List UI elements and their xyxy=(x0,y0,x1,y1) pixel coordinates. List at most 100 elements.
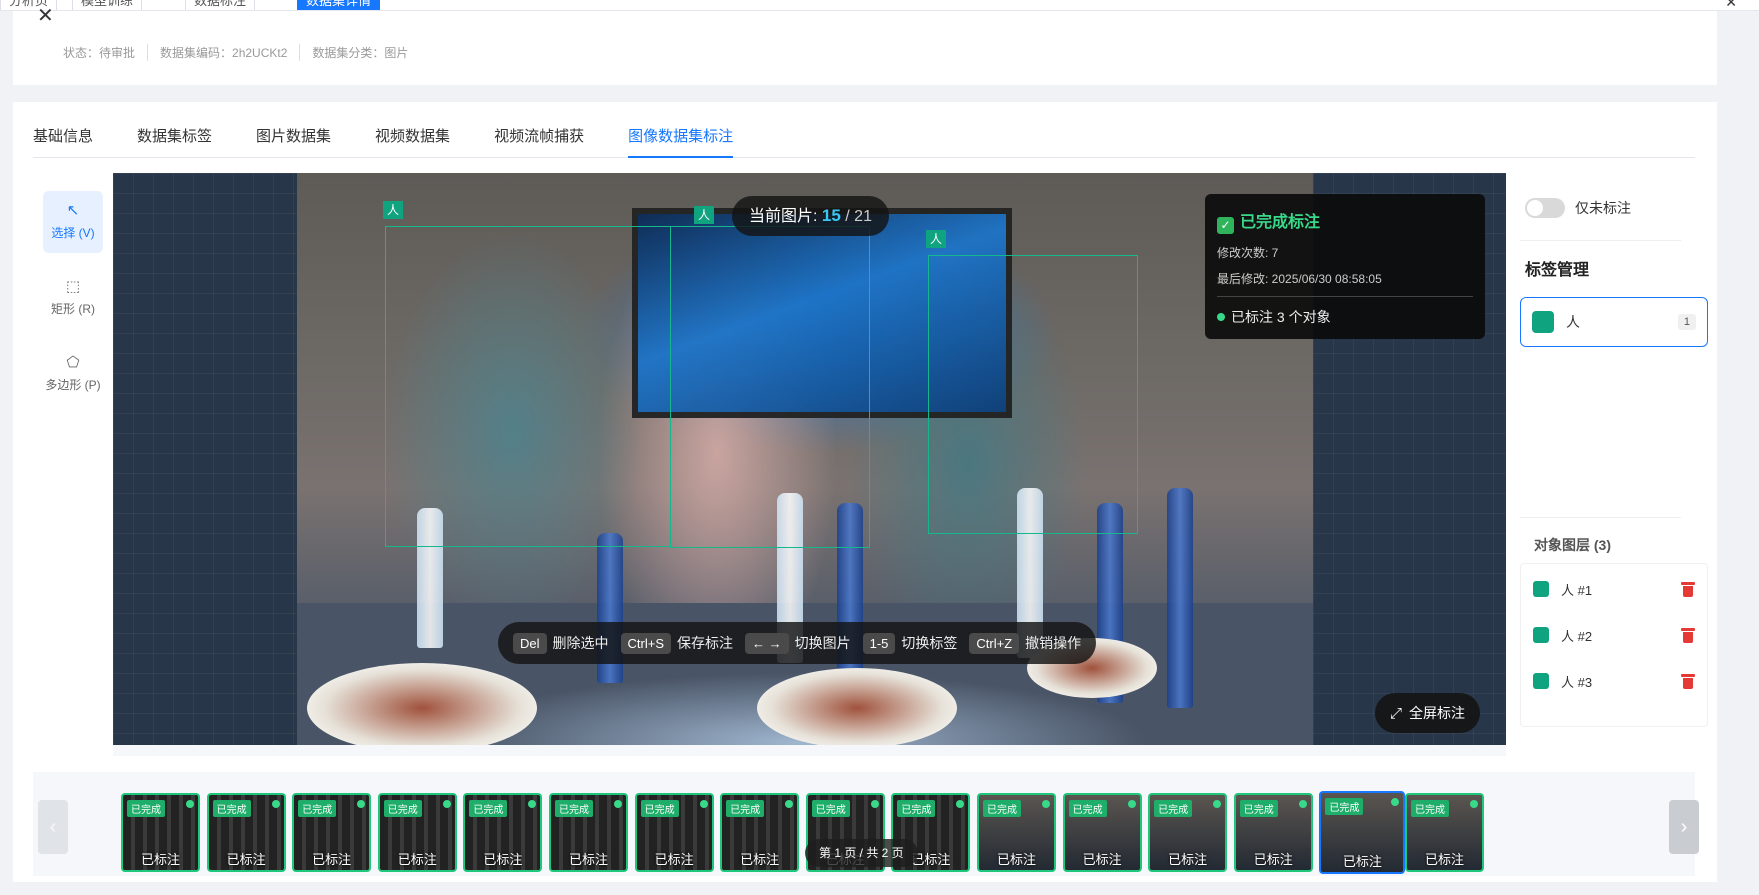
cursor-icon: ↖ xyxy=(66,202,80,219)
tab-dataset-tags[interactable]: 数据集标签 xyxy=(137,102,212,158)
trash-icon[interactable] xyxy=(1681,673,1695,689)
next-page-button[interactable]: › xyxy=(1669,800,1699,854)
thumbnail-label: 已标注 xyxy=(140,852,180,867)
edit-count: 修改次数: 7 xyxy=(1217,246,1279,260)
top-tab-label: 数据集详情 xyxy=(306,0,372,8)
polygon-tool[interactable]: ⬠ 多边形 (P) xyxy=(43,343,103,405)
done-badge: 已完成 xyxy=(1239,800,1278,817)
tool-label: 选择 (V) xyxy=(51,226,95,240)
done-badge: 已完成 xyxy=(383,800,422,817)
tool-bar: ↖ 选择 (V) ⬚ 矩形 (R) ⬠ 多边形 (P) xyxy=(33,173,113,756)
layer-item[interactable]: 人 #3 xyxy=(1533,666,1695,696)
thumbnail-item[interactable]: 已完成已标注 xyxy=(1405,793,1484,872)
layer-item[interactable]: 人 #1 xyxy=(1533,574,1695,604)
layer-name: 人 #3 xyxy=(1561,674,1593,690)
thumbnail-item[interactable]: 已完成已标注 xyxy=(206,793,286,872)
tab-video-dataset[interactable]: 视频数据集 xyxy=(375,102,450,158)
status-dot-icon xyxy=(956,800,965,808)
thumbnail-item[interactable]: 已完成已标注 xyxy=(977,793,1056,872)
tag-card-person[interactable]: 人 1 xyxy=(1520,297,1708,347)
status-text: 状态：待审批 xyxy=(63,46,136,60)
bounding-box-2[interactable] xyxy=(670,226,870,548)
bottle xyxy=(1167,488,1193,708)
status-title-text: 已完成标注 xyxy=(1240,214,1321,231)
thumbnail-item[interactable]: 已完成已标注 xyxy=(549,793,628,872)
status-dot-icon xyxy=(614,800,622,808)
toggle-label: 仅未标注 xyxy=(1575,200,1631,216)
done-badge: 已完成 xyxy=(469,800,508,817)
status-dot-icon xyxy=(1298,800,1307,808)
layer-item[interactable]: 人 #2 xyxy=(1533,620,1695,650)
thumbnail-item[interactable]: 已完成已标注 xyxy=(720,793,800,872)
dish xyxy=(307,663,537,745)
trash-icon[interactable] xyxy=(1681,581,1695,597)
thumbnail-item[interactable]: 已完成已标注 xyxy=(377,793,457,872)
fullscreen-annotate-button[interactable]: ⤢ 全屏标注 xyxy=(1375,693,1481,733)
status-dot-icon xyxy=(442,800,451,808)
status-dot-icon xyxy=(1217,313,1225,321)
annotation-status-panel: ✓ 已完成标注 修改次数: 7 最后修改: 2025/06/30 08:58:05… xyxy=(1205,194,1485,339)
shortcut-label: 切换标签 xyxy=(901,635,958,651)
status-title: ✓ 已完成标注 xyxy=(1217,208,1473,234)
bounding-box-3[interactable] xyxy=(928,255,1138,534)
thumbnail-label: 已标注 xyxy=(1424,852,1464,867)
back-icon[interactable]: ✕ xyxy=(37,3,54,28)
tab-basic-info[interactable]: 基础信息 xyxy=(33,102,93,158)
shortcut-label: 删除选中 xyxy=(552,635,609,651)
thumbnail-item[interactable]: 已完成已标注 xyxy=(292,793,372,872)
trash-icon[interactable] xyxy=(1681,627,1695,643)
rectangle-tool[interactable]: ⬚ 矩形 (R) xyxy=(43,267,103,329)
thumbnail-label: 已标注 xyxy=(568,852,608,867)
thumbnail-item[interactable]: 已完成已标注 xyxy=(634,793,714,872)
current-image-label: 当前图片: xyxy=(749,208,818,225)
close-icon[interactable]: ✕ xyxy=(1725,0,1737,10)
thumbnail-item[interactable]: 已完成已标注 xyxy=(1062,793,1142,872)
status-dot-icon xyxy=(357,800,366,808)
dataset-code: 数据集编码：2h2UCKt2 xyxy=(147,44,299,61)
top-tab-model-training[interactable]: 模型训练 xyxy=(72,0,143,10)
object-count: 已标注 3 个对象 xyxy=(1217,307,1473,327)
tab-frame-capture[interactable]: 视频流帧捕获 xyxy=(494,102,584,158)
done-badge: 已完成 xyxy=(1068,800,1107,817)
tool-label: 多边形 (P) xyxy=(45,378,101,392)
thumbnail-item[interactable]: 已完成已标注 xyxy=(1148,793,1228,872)
bounding-box-1[interactable] xyxy=(385,226,671,547)
top-tab-label: 数据标注 xyxy=(194,0,247,8)
thumbnail-item[interactable]: 已完成已标注 xyxy=(121,793,200,872)
done-badge: 已完成 xyxy=(726,800,765,817)
status-dot-icon xyxy=(1470,800,1478,808)
rectangle-icon: ⬚ xyxy=(65,278,81,295)
layer-name: 人 #2 xyxy=(1561,628,1593,644)
status-dot-icon xyxy=(699,800,708,808)
select-tool[interactable]: ↖ 选择 (V) xyxy=(43,191,103,253)
layer-color-swatch xyxy=(1533,673,1549,689)
done-badge: 已完成 xyxy=(1411,800,1449,817)
shortcut-key: Ctrl+S xyxy=(620,632,671,654)
toggle-switch[interactable] xyxy=(1525,198,1565,218)
shortcut-key: ← → xyxy=(745,632,789,654)
status-dot-icon xyxy=(528,800,537,808)
thumbnail-item[interactable]: 已完成已标注 xyxy=(463,793,543,872)
tag-management-title: 标签管理 xyxy=(1525,262,1590,279)
thumbnail-item[interactable]: 已完成已标注 xyxy=(1233,793,1313,872)
top-tab-data-annotation[interactable]: 数据标注 xyxy=(185,0,256,10)
done-badge: 已完成 xyxy=(555,800,593,817)
bounding-box-label: 人 xyxy=(694,206,715,224)
done-badge: 已完成 xyxy=(897,800,936,817)
dataset-category: 数据集分类：图片 xyxy=(299,44,420,61)
done-badge: 已完成 xyxy=(1154,800,1193,817)
unannotated-only-toggle[interactable]: 仅未标注 xyxy=(1525,198,1631,218)
done-badge: 已完成 xyxy=(983,800,1021,817)
thumbnail-label: 已标注 xyxy=(483,852,523,867)
tab-image-annotation[interactable]: 图像数据集标注 xyxy=(628,102,734,158)
thumbnail-item[interactable]: 已完成已标注 xyxy=(1319,791,1406,874)
status-dot-icon xyxy=(1127,800,1136,808)
prev-page-button[interactable]: ‹ xyxy=(38,800,68,854)
top-tab-dataset-detail[interactable]: 数据集详情 xyxy=(297,0,381,10)
thumbnail-label: 已标注 xyxy=(740,852,780,867)
done-badge: 已完成 xyxy=(127,800,165,817)
tab-image-dataset[interactable]: 图片数据集 xyxy=(256,102,331,158)
expand-icon: ⤢ xyxy=(1390,705,1403,722)
current-image-index: 15 xyxy=(821,206,841,225)
polygon-icon: ⬠ xyxy=(66,354,80,371)
